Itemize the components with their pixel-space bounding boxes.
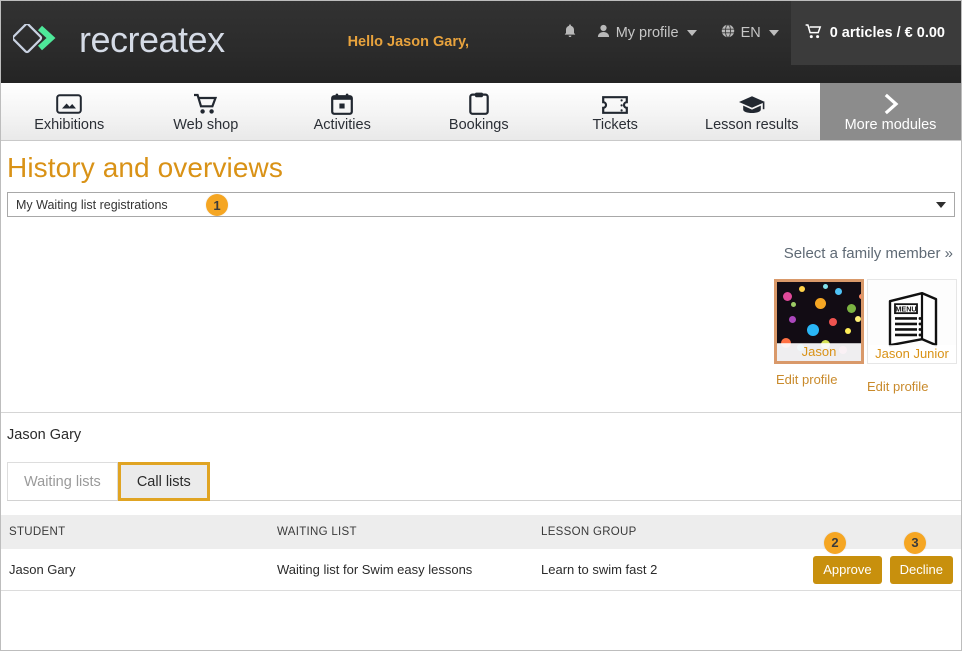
brand[interactable]: recreatex <box>13 22 225 62</box>
nav-item-web-shop[interactable]: Web shop <box>138 83 275 140</box>
nav-label: Bookings <box>449 117 509 133</box>
my-profile-label: My profile <box>616 25 679 41</box>
nav-item-more-modules[interactable]: More modules <box>820 83 961 140</box>
notifications-button[interactable] <box>555 1 585 65</box>
table-row: Jason Gary Waiting list for Swim easy le… <box>1 549 961 591</box>
shopping-cart-icon <box>193 91 219 115</box>
cell-waiting-list: Waiting list for Swim easy lessons <box>277 562 541 577</box>
approve-button[interactable]: Approve <box>813 556 881 584</box>
overview-select-value: My Waiting list registrations <box>16 198 168 212</box>
nav-label: More modules <box>845 117 937 133</box>
nav-item-tickets[interactable]: Tickets <box>547 83 684 140</box>
menu-document-avatar-icon: MENU <box>884 287 940 354</box>
avatar-name: Jason <box>777 343 861 361</box>
picture-icon <box>56 91 82 115</box>
nav-label: Exhibitions <box>34 117 104 133</box>
tab-waiting-lists[interactable]: Waiting lists <box>7 462 118 500</box>
edit-profile-link[interactable]: Edit profile <box>867 379 928 394</box>
language-menu[interactable]: EN <box>709 1 791 65</box>
chevron-down-icon <box>687 30 697 36</box>
user-icon <box>597 24 610 42</box>
language-label: EN <box>741 25 761 41</box>
person-name: Jason Gary <box>7 427 961 443</box>
column-header-lesson-group: LESSON GROUP <box>541 526 807 538</box>
nav-label: Tickets <box>593 117 638 133</box>
cell-student: Jason Gary <box>9 562 277 577</box>
nav-item-activities[interactable]: Activities <box>274 83 411 140</box>
step-badge-3: 3 <box>904 532 926 554</box>
list-tabs: Waiting lists Call lists <box>7 462 961 501</box>
tab-label: Call lists <box>137 474 191 490</box>
notification-bell-icon <box>563 23 577 43</box>
overview-select[interactable]: My Waiting list registrations <box>7 192 955 217</box>
clipboard-icon <box>469 91 489 115</box>
decline-button[interactable]: Decline <box>890 556 953 584</box>
tab-label: Waiting lists <box>24 474 101 490</box>
family-member-jason-junior[interactable]: MENU <box>867 279 957 394</box>
chevron-down-icon <box>769 30 779 36</box>
cart-button[interactable]: 0 articles / € 0.00 <box>791 1 961 65</box>
nav-label: Activities <box>314 117 371 133</box>
nav-item-lesson-results[interactable]: Lesson results <box>684 83 821 140</box>
nav-item-bookings[interactable]: Bookings <box>411 83 548 140</box>
graduation-cap-icon <box>738 91 766 115</box>
avatar[interactable]: Jason <box>774 279 864 364</box>
nav-item-exhibitions[interactable]: Exhibitions <box>1 83 138 140</box>
calendar-icon <box>331 91 353 115</box>
app-window: recreatex Hello Jason Gary, <box>0 0 962 651</box>
family-avatars: Jason Edit profile MENU <box>774 279 957 394</box>
avatar-name: Jason Junior <box>868 345 956 363</box>
top-header: recreatex Hello Jason Gary, <box>1 1 961 83</box>
chevron-right-icon <box>880 91 902 115</box>
header-actions: My profile EN <box>555 1 961 65</box>
column-header-student: STUDENT <box>9 526 277 538</box>
edit-profile-link[interactable]: Edit profile <box>774 372 837 387</box>
cell-actions: 2 3 Approve Decline <box>807 556 953 584</box>
nav-label: Lesson results <box>705 117 799 133</box>
my-profile-menu[interactable]: My profile <box>585 1 709 65</box>
globe-icon <box>721 24 735 42</box>
step-badge-1: 1 <box>206 194 228 216</box>
greeting-text: Hello Jason Gary, <box>348 34 469 50</box>
tab-call-lists[interactable]: Call lists <box>118 462 210 501</box>
cell-lesson-group: Learn to swim fast 2 <box>541 562 807 577</box>
chevron-down-icon <box>936 202 946 208</box>
diamond-chevron-logo-icon <box>13 24 65 60</box>
svg-text:MENU: MENU <box>895 304 916 313</box>
avatar[interactable]: MENU <box>867 279 957 364</box>
main-navigation: Exhibitions Web shop <box>1 83 961 141</box>
brand-name: recreatex <box>79 22 225 62</box>
overview-select-row: My Waiting list registrations 1 <box>7 192 955 217</box>
call-list-table: STUDENT WAITING LIST LESSON GROUP Jason … <box>1 515 961 591</box>
table-header-row: STUDENT WAITING LIST LESSON GROUP <box>1 515 961 549</box>
column-header-waiting-list: WAITING LIST <box>277 526 541 538</box>
page-title: History and overviews <box>7 152 961 184</box>
select-family-member-link[interactable]: Select a family member » <box>784 245 953 262</box>
family-member-jason[interactable]: Jason Edit profile <box>774 279 864 387</box>
shopping-cart-icon <box>805 24 822 43</box>
nav-label: Web shop <box>173 117 238 133</box>
family-member-panel: Select a family member » <box>1 217 961 413</box>
cart-label: 0 articles / € 0.00 <box>830 25 945 41</box>
ticket-icon <box>602 91 628 115</box>
step-badge-2: 2 <box>824 532 846 554</box>
